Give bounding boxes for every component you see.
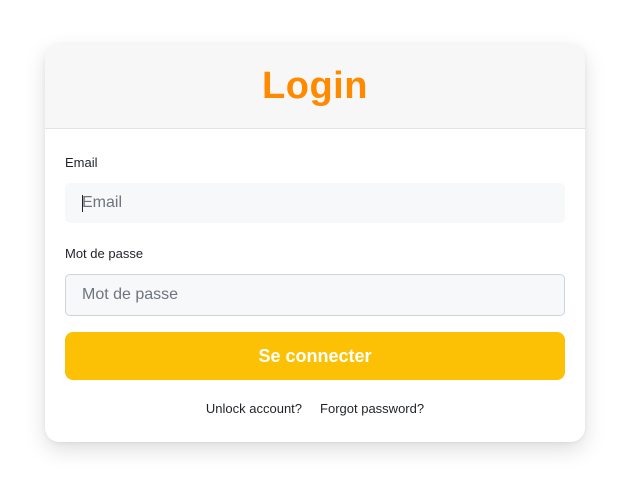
page-title: Login bbox=[262, 64, 368, 107]
email-label: Email bbox=[65, 155, 98, 170]
card-header: Login bbox=[45, 44, 585, 129]
account-links: Unlock account? Forgot password? bbox=[45, 401, 585, 416]
login-button[interactable]: Se connecter bbox=[65, 332, 565, 380]
text-cursor bbox=[82, 195, 83, 212]
password-label: Mot de passe bbox=[65, 246, 144, 261]
forgot-password-link[interactable]: Forgot password? bbox=[320, 401, 424, 416]
email-field[interactable] bbox=[65, 183, 565, 223]
login-card: Login Email Mot de passe Se connecter Un… bbox=[45, 44, 585, 442]
unlock-account-link[interactable]: Unlock account? bbox=[206, 401, 302, 416]
password-field[interactable] bbox=[65, 274, 565, 316]
